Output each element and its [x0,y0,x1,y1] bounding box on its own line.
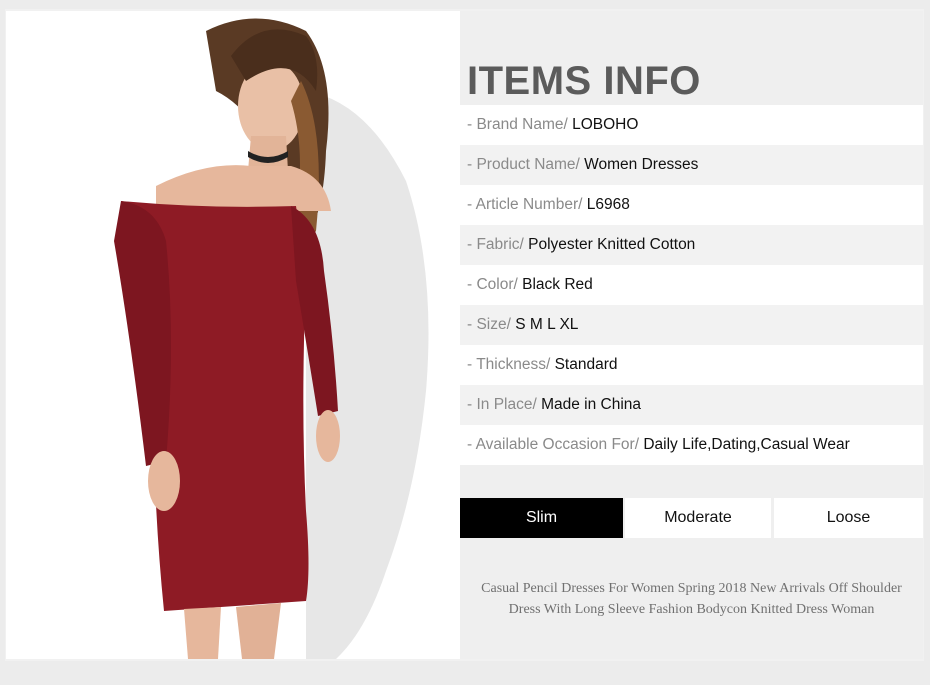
info-value: Polyester Knitted Cotton [528,236,696,253]
fit-option-loose[interactable]: Loose [774,498,923,538]
info-label: - Product Name/ [467,156,585,173]
info-row-color: - Color/ Black Red [460,265,923,305]
info-row-fabric: - Fabric/ Polyester Knitted Cotton [460,225,923,265]
fit-option-moderate[interactable]: Moderate [625,498,771,538]
info-value: Made in China [541,396,642,413]
info-row-article-number: - Article Number/ L6968 [460,185,923,225]
info-label: - Thickness/ [467,356,555,373]
info-value: S M L XL [515,316,579,333]
info-value: L6968 [586,196,630,213]
items-info-title: ITEMS INFO [467,59,701,103]
items-info-list: - Brand Name/ LOBOHO - Product Name/ Wom… [460,105,923,465]
info-label: - Fabric/ [467,236,529,253]
info-row-product-name: - Product Name/ Women Dresses [460,145,923,185]
info-label: - In Place/ [467,396,542,413]
info-row-brand: - Brand Name/ LOBOHO [460,105,923,145]
items-info-panel: ITEMS INFO - Brand Name/ LOBOHO - Produc… [460,11,923,659]
info-label: - Available Occasion For/ [467,436,644,453]
info-value: Daily Life,Dating,Casual Wear [643,436,850,453]
info-value: Standard [554,356,618,373]
product-description: Casual Pencil Dresses For Women Spring 2… [460,578,923,620]
info-value: Women Dresses [584,156,699,173]
info-label: - Size/ [467,316,516,333]
info-row-in-place: - In Place/ Made in China [460,385,923,425]
info-value: Black Red [522,276,593,293]
info-row-size: - Size/ S M L XL [460,305,923,345]
info-label: - Color/ [467,276,523,293]
description-line-1: Casual Pencil Dresses For Women Spring 2… [481,581,902,596]
product-photo [6,11,460,659]
fit-option-slim[interactable]: Slim [460,498,623,538]
fit-selector: Slim Moderate Loose [460,498,923,538]
info-label: - Article Number/ [467,196,587,213]
description-line-2: Dress With Long Sleeve Fashion Bodycon K… [508,602,875,617]
info-row-occasion: - Available Occasion For/ Daily Life,Dat… [460,425,923,465]
info-value: LOBOHO [572,116,639,133]
info-label: - Brand Name/ [467,116,573,133]
info-row-thickness: - Thickness/ Standard [460,345,923,385]
